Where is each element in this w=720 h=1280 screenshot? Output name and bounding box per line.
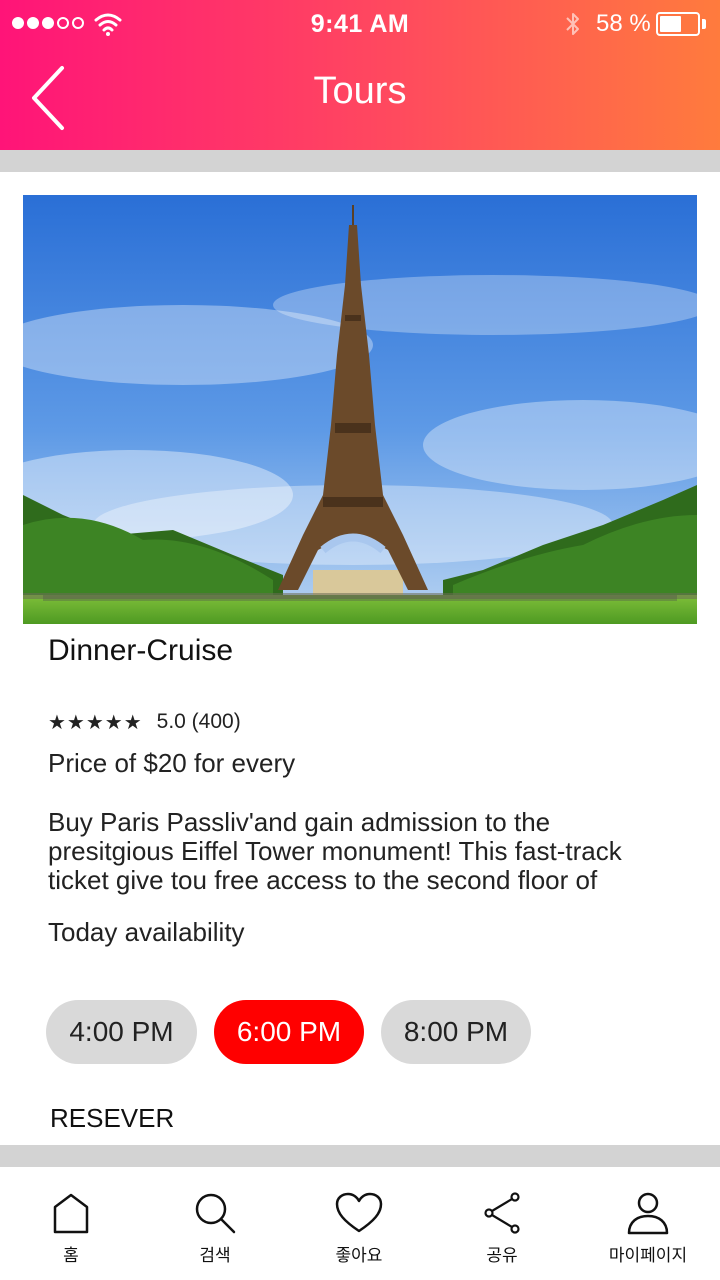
divider <box>0 150 720 172</box>
search-icon <box>195 1193 236 1234</box>
battery-level-fill <box>660 16 681 32</box>
app-header: 9:41 AM 58 % Tours <box>0 0 720 150</box>
tab-label: 검색 <box>199 1246 231 1266</box>
rating-value: 5.0 (400) <box>156 710 241 733</box>
status-bar: 9:41 AM 58 % <box>0 0 720 48</box>
star-rating-icon: ★★★★★ <box>48 710 143 734</box>
bottom-tab-bar: 홈 검색 좋아요 공유 마이페이지 <box>0 1167 720 1280</box>
tour-description: Buy Paris Passliv'and gain admission to … <box>48 808 698 895</box>
battery-tip <box>702 19 706 29</box>
time-slot-6pm[interactable]: 6:00 PM <box>214 1000 364 1064</box>
availability-label: Today availability <box>48 917 245 947</box>
tour-image <box>23 195 697 624</box>
description-line: Buy Paris Passliv'and gain admission to … <box>48 807 551 837</box>
description-line: presitgious Eiffel Tower monument! This … <box>48 836 622 866</box>
rating-row: ★★★★★ 5.0 (400) <box>48 710 241 734</box>
tab-share[interactable]: 공유 <box>442 1191 562 1266</box>
price-text: Price of $20 for every <box>48 748 296 778</box>
page-title: Tours <box>313 70 407 112</box>
time-slot-8pm[interactable]: 8:00 PM <box>381 1000 531 1064</box>
time-slot-4pm[interactable]: 4:00 PM <box>46 1000 197 1064</box>
battery-percent: 58 % <box>596 10 651 37</box>
tab-search[interactable]: 검색 <box>155 1191 275 1266</box>
tab-label: 좋아요 <box>335 1246 383 1266</box>
reserve-button[interactable]: RESEVER <box>50 1103 174 1134</box>
battery-icon <box>656 12 700 36</box>
time-slot-group: 4:00 PM 6:00 PM 8:00 PM <box>46 1000 531 1064</box>
tour-title: Dinner-Cruise <box>48 634 234 667</box>
heart-icon <box>335 1192 383 1233</box>
description-line: ticket give tou free access to the secon… <box>48 865 598 895</box>
share-icon <box>484 1192 520 1234</box>
bluetooth-icon <box>566 13 579 35</box>
tab-label: 공유 <box>486 1246 518 1266</box>
home-icon <box>53 1193 89 1234</box>
user-icon <box>627 1192 669 1235</box>
tab-label: 마이페이지 <box>608 1246 688 1266</box>
eiffel-tower-photo <box>23 195 697 624</box>
tab-mypage[interactable]: 마이페이지 <box>588 1191 708 1266</box>
tab-home[interactable]: 홈 <box>11 1191 131 1266</box>
tab-likes[interactable]: 좋아요 <box>299 1191 419 1266</box>
divider <box>0 1145 720 1167</box>
tab-label: 홈 <box>63 1246 79 1266</box>
